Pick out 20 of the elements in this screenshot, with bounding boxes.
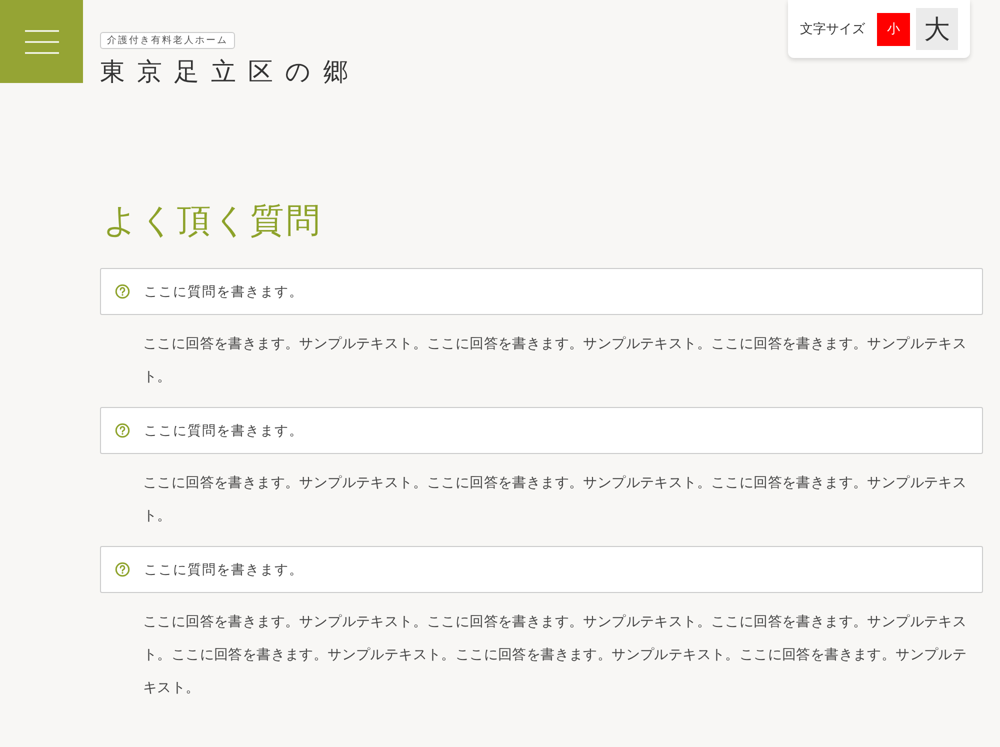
question-icon [115, 284, 130, 299]
question-icon [115, 562, 130, 577]
font-size-button[interactable]: 小 [877, 12, 910, 46]
font-size-label: 文字サイズ [800, 21, 865, 38]
font-size-button[interactable]: 大 [916, 8, 958, 50]
answer-text: ここに回答を書きます。サンプルテキスト。ここに回答を書きます。サンプルテキスト。ここに回答を書きます。サンプルテキスト。ここに回答を書きます。サンプルテキスト。ここに回答を書きます。サンプルテキスト。ここに回答を書きます。サンプルテキスト。 [142, 613, 968, 698]
question-bar[interactable]: ここに質問を書きます。 [100, 268, 983, 315]
menu-button[interactable] [0, 0, 83, 83]
page-title: よく頂く質問 [103, 200, 323, 243]
tagline: 介護付き有料老人ホーム [100, 32, 235, 49]
question-bar[interactable]: ここに質問を書きます。 [100, 407, 983, 454]
question-bar[interactable]: ここに質問を書きます。 [100, 546, 983, 593]
question-text: ここに質問を書きます。 [144, 282, 304, 300]
answer-text: ここに回答を書きます。サンプルテキスト。ここに回答を書きます。サンプルテキスト。ここに回答を書きます。サンプルテキスト。 [142, 335, 968, 387]
answer-text: ここに回答を書きます。サンプルテキスト。ここに回答を書きます。サンプルテキスト。ここに回答を書きます。サンプルテキスト。 [142, 474, 968, 526]
menu-icon [24, 30, 58, 54]
question-text: ここに質問を書きます。 [144, 560, 304, 578]
logo-text: 東京足立区の郷 [100, 56, 360, 88]
question-icon [115, 423, 130, 438]
question-text: ここに質問を書きます。 [144, 422, 304, 440]
